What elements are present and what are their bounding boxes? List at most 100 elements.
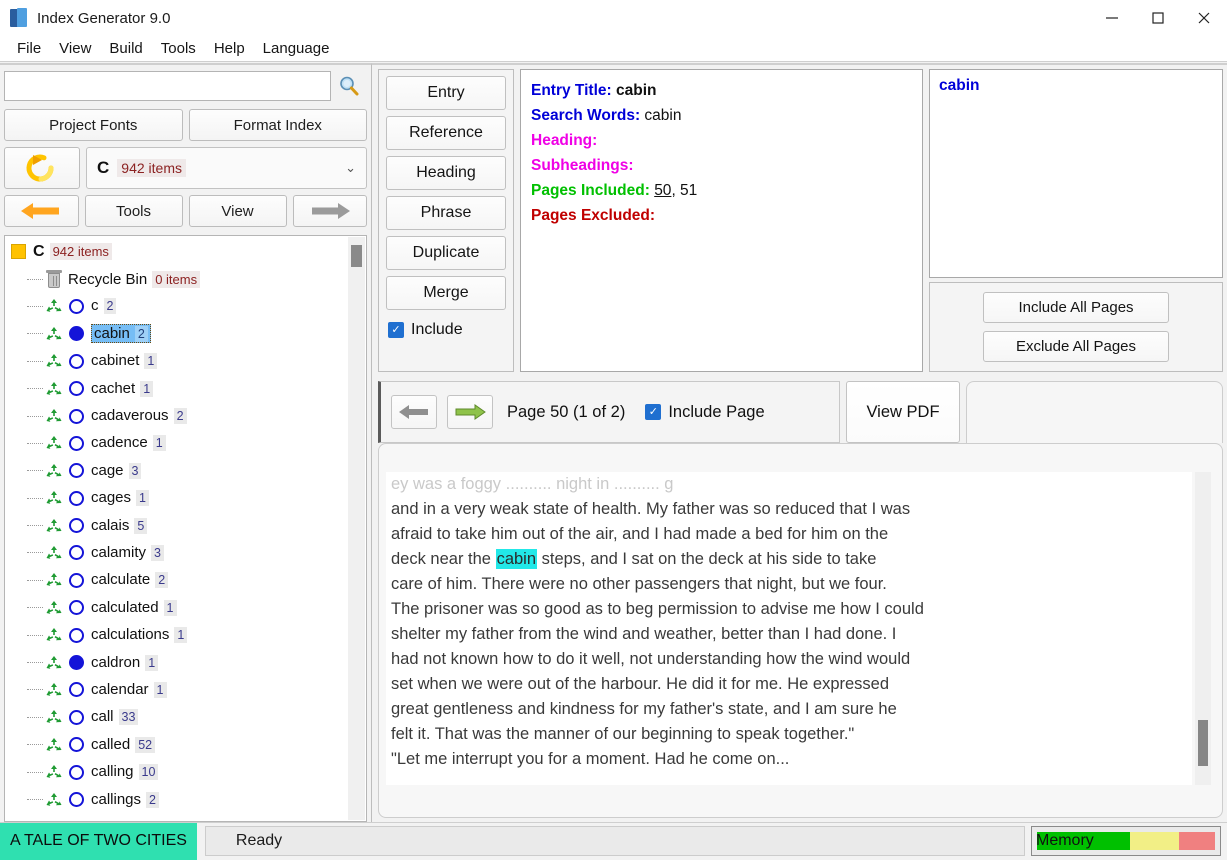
page-text-viewer[interactable]: ey was a foggy .......... night in .....… (378, 443, 1223, 818)
magnifier-icon[interactable] (331, 70, 367, 102)
format-index-button[interactable]: Format Index (188, 109, 367, 141)
entry-status-bullet-icon[interactable] (69, 326, 84, 342)
entry-button[interactable]: Entry (386, 76, 506, 110)
entry-status-bullet-icon[interactable] (69, 490, 84, 506)
previous-letter-button[interactable] (4, 195, 79, 227)
include-page-row[interactable]: ✓ Include Page (645, 403, 765, 422)
entry-status-bullet-icon[interactable] (69, 600, 84, 616)
entry-status-bullet-icon[interactable] (69, 518, 84, 534)
recycle-icon[interactable] (45, 545, 63, 561)
entry-status-bullet-icon[interactable] (69, 353, 84, 369)
search-input[interactable] (4, 71, 331, 101)
menu-tools[interactable]: Tools (152, 38, 205, 59)
menu-build[interactable]: Build (100, 38, 151, 59)
recycle-icon[interactable] (45, 463, 63, 479)
tree-item[interactable]: cadence 1 (5, 430, 348, 457)
entry-status-bullet-icon[interactable] (69, 298, 84, 314)
reference-button[interactable]: Reference (386, 116, 506, 150)
menu-language[interactable]: Language (254, 38, 339, 59)
tree-item[interactable]: cage 3 (5, 457, 348, 484)
recycle-icon[interactable] (45, 353, 63, 369)
previous-page-button[interactable] (391, 395, 437, 429)
tab-filler[interactable] (966, 381, 1223, 443)
phrase-button[interactable]: Phrase (386, 196, 506, 230)
entry-word-item[interactable]: cabin (939, 77, 1213, 95)
next-letter-button[interactable] (292, 195, 367, 227)
view-button[interactable]: View (188, 195, 287, 227)
entry-status-bullet-icon[interactable] (69, 435, 84, 451)
tree-item[interactable]: cabin 2 (5, 320, 348, 347)
menu-help[interactable]: Help (205, 38, 254, 59)
menu-file[interactable]: File (8, 38, 50, 59)
tree-scrollbar[interactable] (348, 237, 365, 820)
recycle-icon[interactable] (45, 737, 63, 753)
tree-item[interactable]: calamity 3 (5, 539, 348, 566)
recycle-icon[interactable] (45, 572, 63, 588)
entry-status-bullet-icon[interactable] (69, 381, 84, 397)
recycle-icon[interactable] (45, 435, 63, 451)
tree-item[interactable]: calendar 1 (5, 676, 348, 703)
entry-status-bullet-icon[interactable] (69, 764, 84, 780)
tree-item[interactable]: calais 5 (5, 512, 348, 539)
tree-item[interactable]: calculate 2 (5, 567, 348, 594)
recycle-icon[interactable] (45, 381, 63, 397)
next-page-button[interactable] (447, 395, 493, 429)
entry-status-bullet-icon[interactable] (69, 655, 84, 671)
text-scrollbar-thumb[interactable] (1198, 720, 1208, 766)
pages-included-first[interactable]: 50 (654, 182, 671, 199)
tree-item[interactable]: callings 2 (5, 786, 348, 813)
menu-view[interactable]: View (50, 38, 100, 59)
letter-select[interactable]: C 942 items ⌄ (86, 147, 367, 189)
text-scrollbar[interactable] (1195, 472, 1211, 785)
index-tree-panel[interactable]: C 942 items Recycle Bin 0 items c 2 cabin 2… (4, 235, 367, 822)
tree-item[interactable]: call 33 (5, 704, 348, 731)
tree-item[interactable]: cages 1 (5, 485, 348, 512)
include-page-checkbox[interactable]: ✓ (645, 404, 662, 420)
include-all-pages-button[interactable]: Include All Pages (983, 292, 1169, 323)
exclude-all-pages-button[interactable]: Exclude All Pages (983, 331, 1169, 362)
entry-status-bullet-icon[interactable] (69, 737, 84, 753)
include-checkbox[interactable]: ✓ (388, 322, 404, 338)
recycle-icon[interactable] (45, 709, 63, 725)
recycle-icon[interactable] (45, 600, 63, 616)
entry-word-list[interactable]: cabin (929, 69, 1223, 278)
maximize-button[interactable] (1135, 0, 1181, 36)
tree-item[interactable]: calculations 1 (5, 621, 348, 648)
entry-status-bullet-icon[interactable] (69, 408, 84, 424)
minimize-button[interactable] (1089, 0, 1135, 36)
tree-root-node[interactable]: C 942 items (5, 238, 348, 265)
tree-scrollbar-thumb[interactable] (351, 245, 362, 267)
recycle-icon[interactable] (45, 682, 63, 698)
entry-status-bullet-icon[interactable] (69, 682, 84, 698)
recycle-icon[interactable] (45, 518, 63, 534)
recycle-icon[interactable] (45, 764, 63, 780)
recycle-icon[interactable] (45, 792, 63, 808)
entry-status-bullet-icon[interactable] (69, 463, 84, 479)
entry-status-bullet-icon[interactable] (69, 572, 84, 588)
entry-status-bullet-icon[interactable] (69, 792, 84, 807)
merge-button[interactable]: Merge (386, 276, 506, 310)
recycle-icon[interactable] (45, 627, 63, 643)
tools-button[interactable]: Tools (84, 195, 183, 227)
recycle-icon[interactable] (45, 326, 63, 342)
tree-item[interactable]: caldron 1 (5, 649, 348, 676)
tree-item[interactable]: c2 (5, 293, 348, 320)
entry-status-bullet-icon[interactable] (69, 545, 84, 561)
view-pdf-button[interactable]: View PDF (846, 381, 960, 443)
tree-item[interactable]: cadaverous 2 (5, 402, 348, 429)
entry-status-bullet-icon[interactable] (69, 709, 84, 725)
entry-status-bullet-icon[interactable] (69, 627, 84, 643)
tree-item[interactable]: cabinet 1 (5, 348, 348, 375)
tree-item[interactable]: calling 10 (5, 758, 348, 785)
close-button[interactable] (1181, 0, 1227, 36)
duplicate-button[interactable]: Duplicate (386, 236, 506, 270)
include-checkbox-row[interactable]: ✓ Include (386, 321, 506, 339)
tree-item[interactable]: calculated 1 (5, 594, 348, 621)
recycle-icon[interactable] (45, 298, 63, 314)
project-fonts-button[interactable]: Project Fonts (4, 109, 183, 141)
refresh-button[interactable] (4, 147, 80, 189)
heading-button[interactable]: Heading (386, 156, 506, 190)
tree-item[interactable]: cachet 1 (5, 375, 348, 402)
tree-item[interactable]: called 52 (5, 731, 348, 758)
recycle-icon[interactable] (45, 655, 63, 671)
